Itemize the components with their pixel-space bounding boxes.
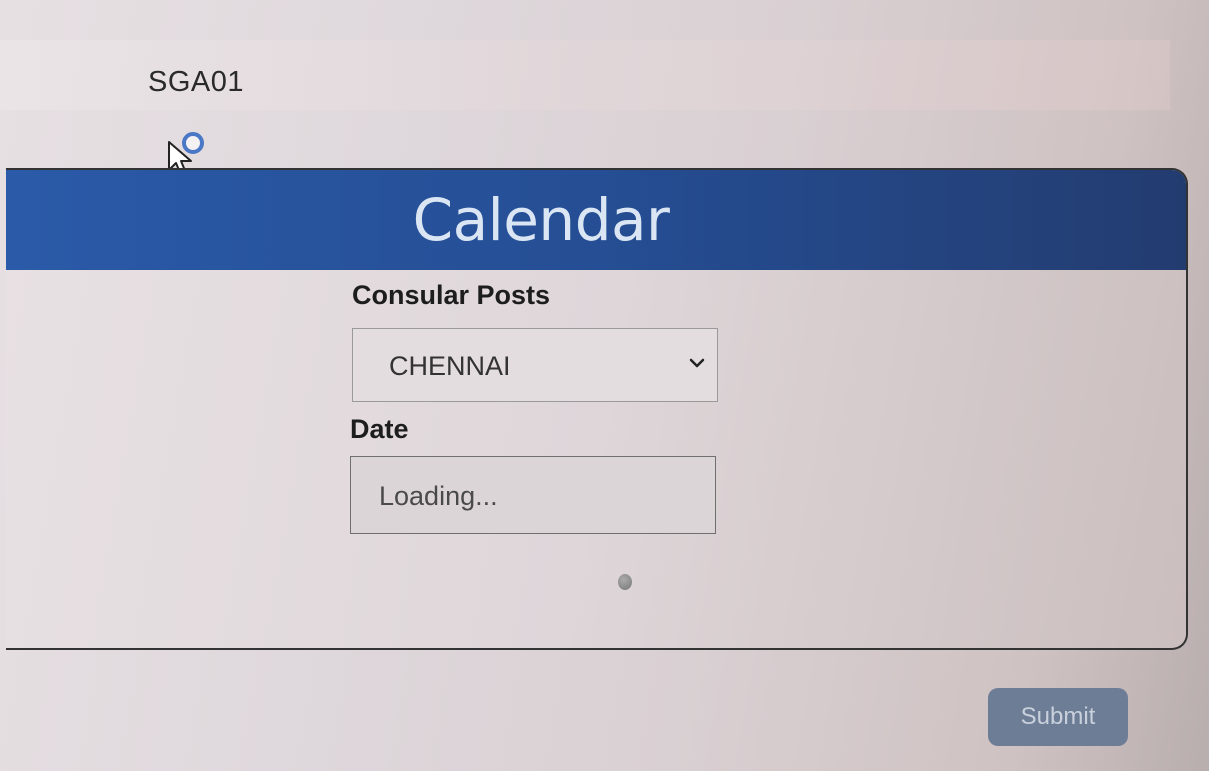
date-field-value: Loading... — [379, 481, 498, 511]
consular-posts-label: Consular Posts — [352, 280, 551, 310]
user-id-label: SGA01 — [148, 66, 244, 98]
busy-ring-icon — [182, 132, 204, 154]
calendar-title: Calendar — [412, 186, 670, 254]
date-field[interactable]: Loading... — [350, 456, 716, 534]
chevron-down-icon — [689, 355, 705, 371]
consular-post-select[interactable]: CHENNAI — [352, 328, 718, 402]
calendar-header: Calendar — [6, 170, 1186, 270]
loading-spinner-icon — [618, 574, 632, 590]
consular-post-selected-value: CHENNAI — [389, 351, 511, 381]
date-label: Date — [350, 414, 409, 444]
calendar-card: Calendar Consular Posts CHENNAI Date Loa… — [6, 168, 1188, 650]
submit-button[interactable]: Submit — [988, 688, 1128, 746]
